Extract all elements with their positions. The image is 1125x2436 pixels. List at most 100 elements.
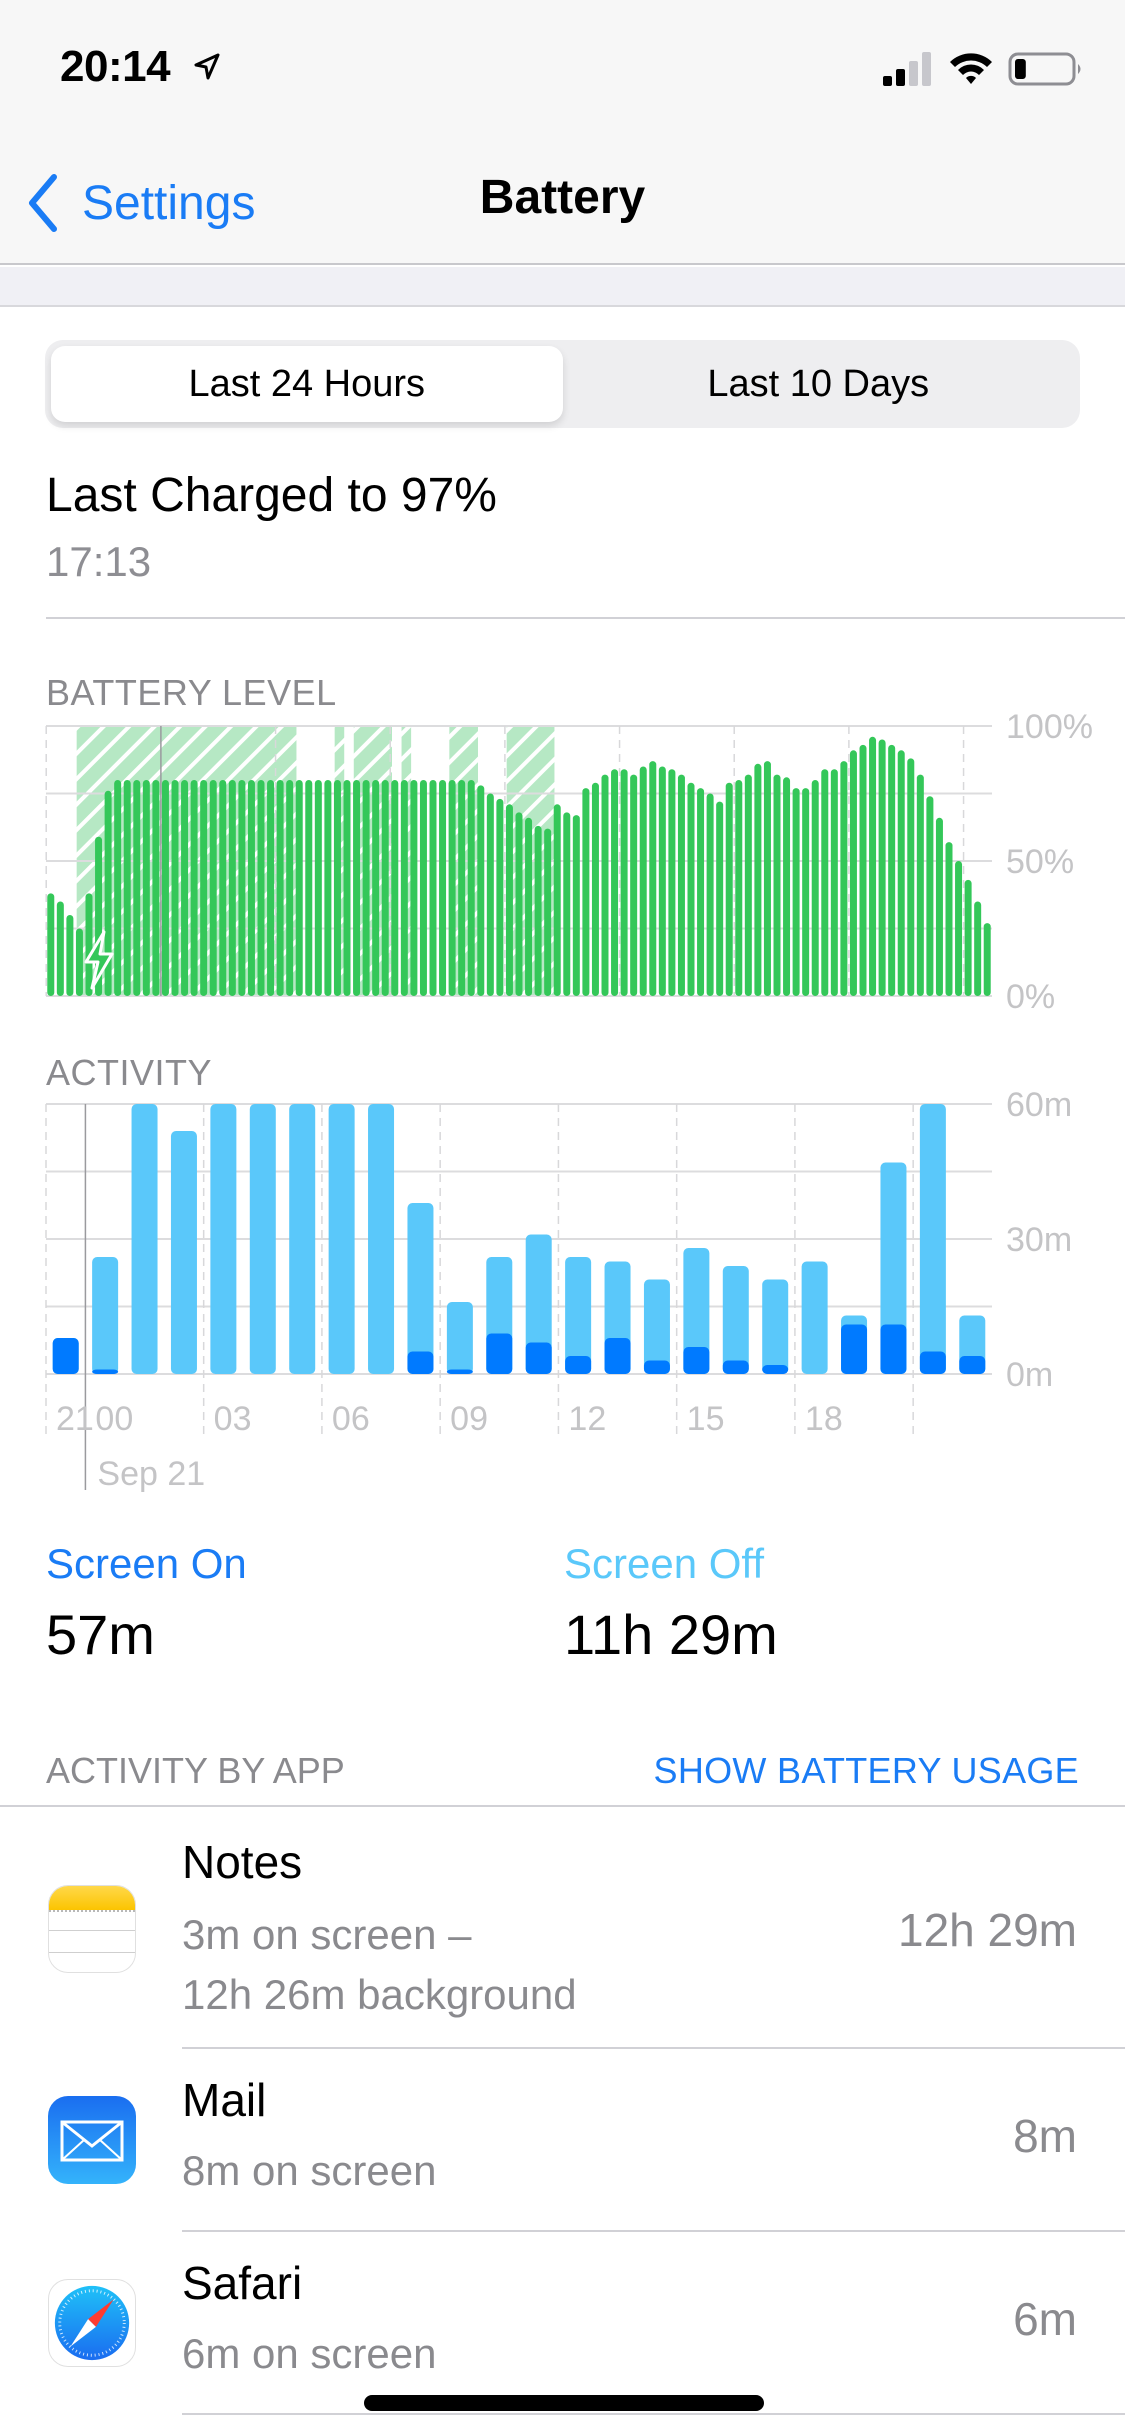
home-indicator[interactable] — [364, 2395, 764, 2411]
battery-bar — [955, 861, 963, 996]
signal-bar-4 — [922, 52, 931, 86]
status-time: 20:14 — [60, 42, 171, 91]
battery-bar — [75, 928, 83, 996]
battery-bar — [305, 780, 313, 996]
battery-bar — [429, 780, 437, 996]
activity-by-app-header: ACTIVITY BY APP — [46, 1750, 345, 1791]
signal-bar-1 — [883, 76, 892, 86]
x-tick-label: 21 — [56, 1400, 94, 1438]
battery-bar — [190, 780, 198, 996]
page-title: Battery — [479, 171, 646, 224]
screen-off-bar — [289, 1104, 316, 1374]
battery-bar — [582, 788, 590, 996]
screen-on-bar — [683, 1347, 710, 1374]
screen-on-bar — [880, 1324, 907, 1374]
battery-bar — [219, 780, 227, 996]
screen-on-value: 57m — [46, 1603, 155, 1666]
battery-bar — [85, 893, 93, 996]
mail-app-icon — [48, 2096, 136, 2184]
screen-on-bar — [643, 1360, 670, 1374]
battery-bar — [171, 780, 179, 996]
screen-on-bar — [762, 1365, 789, 1374]
screen-off-bar — [249, 1104, 276, 1374]
battery-bar — [324, 780, 332, 996]
battery-bar — [66, 915, 74, 996]
battery-bar — [869, 736, 877, 996]
x-tick-label: 00 — [95, 1400, 133, 1438]
battery-bar — [200, 780, 208, 996]
x-tick-label: 09 — [450, 1400, 488, 1438]
battery-bar — [744, 774, 752, 996]
divider — [46, 617, 1125, 619]
battery-bar — [181, 780, 189, 996]
battery-bar — [677, 774, 685, 996]
battery-bar — [630, 774, 638, 996]
screen-off-bar — [801, 1261, 828, 1374]
x-tick-label: 06 — [332, 1400, 370, 1438]
x-tick-label: 18 — [805, 1400, 843, 1438]
battery-bar — [381, 780, 389, 996]
battery-bar — [572, 815, 580, 996]
screen-off-bar — [368, 1104, 395, 1374]
battery-bar — [639, 766, 647, 996]
screen-on-bar — [407, 1351, 434, 1374]
battery-bar — [439, 780, 447, 996]
battery-bar — [362, 780, 370, 996]
screen-on-label: Screen On — [46, 1540, 247, 1587]
screen-on-bar — [486, 1333, 513, 1374]
battery-bar — [228, 780, 236, 996]
screen-on-bar — [52, 1338, 79, 1374]
battery-bar — [897, 750, 905, 996]
battery-bar — [505, 804, 513, 996]
app-row-safari[interactable]: Safari 6m on screen 6m — [0, 2232, 1125, 2415]
app-row-mail[interactable]: Mail 8m on screen 8m — [0, 2049, 1125, 2232]
battery-bar — [123, 780, 131, 996]
battery-bar — [400, 780, 408, 996]
battery-bar — [314, 780, 322, 996]
battery-level-chart[interactable]: 100% 50% 0% — [0, 700, 1125, 1020]
battery-icon — [1008, 52, 1081, 86]
battery-bar — [735, 780, 743, 996]
battery-bar — [725, 782, 733, 996]
battery-bar — [534, 825, 542, 996]
battery-bar — [247, 780, 255, 996]
battery-bar — [372, 780, 380, 996]
screen-off-bar — [131, 1104, 158, 1374]
battery-bar — [276, 780, 284, 996]
screen-on-bar — [919, 1351, 946, 1374]
screen-off-bar — [92, 1257, 119, 1374]
time-range-segmented-control: Last 24 Hours Last 10 Days — [45, 340, 1080, 428]
battery-bar — [964, 879, 972, 996]
compass-icon — [54, 2285, 130, 2361]
battery-bar — [525, 817, 533, 996]
battery-bar — [859, 744, 867, 996]
wifi-icon — [950, 53, 992, 84]
tab-last-24-hours[interactable]: Last 24 Hours — [51, 346, 563, 422]
last-charged-title: Last Charged to 97% — [46, 469, 497, 522]
app-row-notes[interactable]: Notes 3m on screen – 12h 26m background … — [0, 1807, 1125, 2049]
y-tick-label: 60m — [1006, 1086, 1072, 1124]
screen-off-value: 11h 29m — [564, 1603, 778, 1666]
battery-bar — [467, 780, 475, 996]
status-bar: 20:14 — [0, 0, 1125, 140]
battery-bar — [56, 901, 64, 996]
battery-bar — [391, 780, 399, 996]
battery-bar — [142, 780, 150, 996]
app-name: Mail — [182, 2074, 267, 2126]
tab-last-10-days[interactable]: Last 10 Days — [563, 346, 1075, 422]
activity-chart[interactable]: 21 00 03 06 09 12 15 18 Sep 21 60m 30m 0m — [0, 1080, 1125, 1500]
y-tick-label: 0% — [1006, 978, 1055, 1016]
battery-bar — [238, 780, 246, 996]
location-arrow-icon — [194, 53, 220, 80]
show-battery-usage-button[interactable]: SHOW BATTERY USAGE — [654, 1750, 1079, 1792]
battery-bar — [935, 817, 943, 996]
app-detail: 3m on screen – — [182, 1911, 472, 1958]
y-tick-label: 0m — [1006, 1356, 1053, 1394]
battery-bar — [544, 828, 552, 996]
app-name: Safari — [182, 2257, 303, 2309]
screen-off-bar — [722, 1266, 749, 1374]
x-tick-label: 15 — [687, 1400, 725, 1438]
battery-bar — [448, 780, 456, 996]
battery-bar — [419, 780, 427, 996]
screen-on-bar — [565, 1356, 592, 1374]
